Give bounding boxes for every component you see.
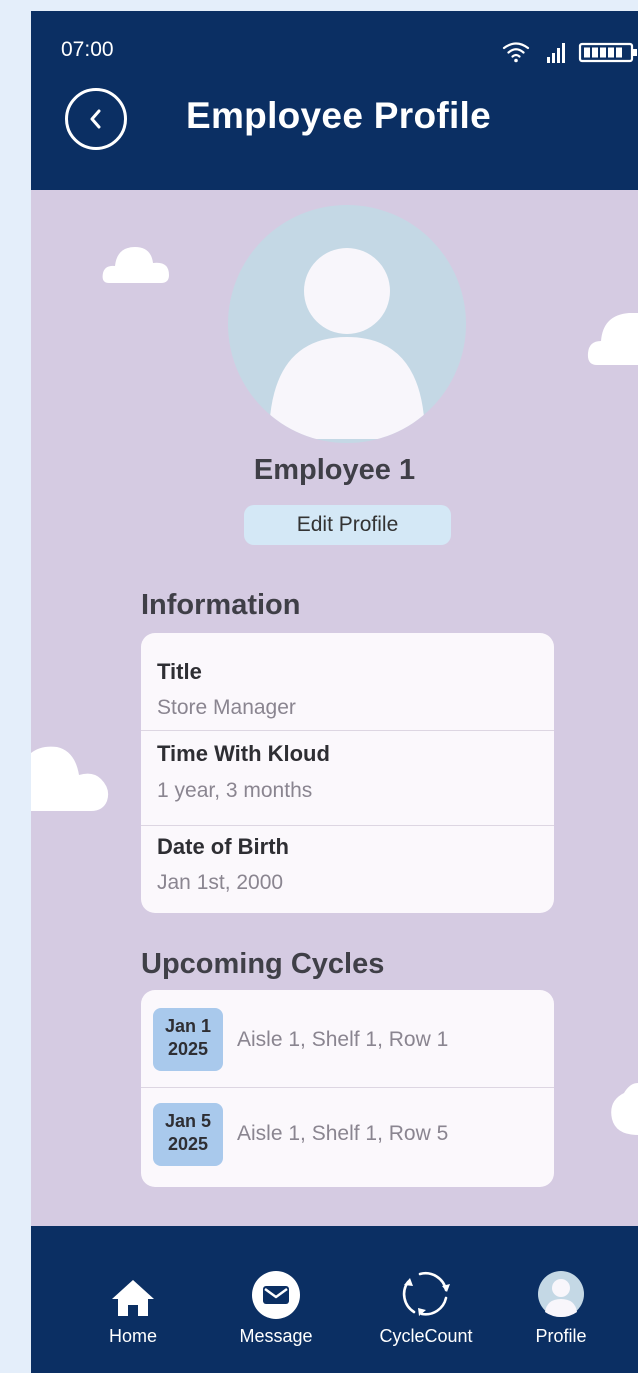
cycle-date-badge: Jan 1 2025 bbox=[153, 1008, 223, 1071]
employee-name: Employee 1 bbox=[253, 454, 416, 486]
nav-label: Profile bbox=[535, 1326, 587, 1346]
cloud-decoration bbox=[587, 313, 638, 365]
signal-icon bbox=[547, 43, 565, 63]
person-icon bbox=[269, 248, 425, 439]
information-card: Title Store Manager Time With Kloud 1 ye… bbox=[141, 633, 554, 913]
cycles-card: Jan 1 2025 Aisle 1, Shelf 1, Row 1 Jan 5… bbox=[141, 990, 554, 1187]
information-heading: Information bbox=[141, 589, 301, 621]
cycle-date-day: Jan 1 bbox=[164, 1016, 212, 1036]
info-row-birthdate: Date of Birth Jan 1st, 2000 bbox=[141, 826, 554, 913]
nav-item-cyclecount[interactable]: CycleCount bbox=[371, 1226, 481, 1373]
cycle-location: Aisle 1, Shelf 1, Row 1 bbox=[237, 1028, 449, 1051]
home-icon bbox=[112, 1280, 154, 1316]
info-value: Jan 1st, 2000 bbox=[157, 871, 284, 894]
cycle-date-badge: Jan 5 2025 bbox=[153, 1103, 223, 1166]
avatar bbox=[228, 205, 466, 443]
profile-icon bbox=[538, 1271, 584, 1317]
nav-item-profile[interactable]: Profile bbox=[521, 1226, 601, 1373]
cycle-icon bbox=[402, 1272, 450, 1316]
info-row-tenure: Time With Kloud 1 year, 3 months bbox=[141, 731, 554, 825]
bottom-nav: Home Message CycleCount Profile bbox=[31, 1226, 638, 1373]
nav-label: CycleCount bbox=[379, 1326, 473, 1346]
cycle-date-day: Jan 5 bbox=[164, 1111, 212, 1131]
back-button[interactable] bbox=[65, 88, 127, 150]
info-value: 1 year, 3 months bbox=[157, 779, 313, 802]
cycle-date-year: 2025 bbox=[167, 1134, 209, 1154]
info-value: Store Manager bbox=[157, 696, 296, 719]
edit-profile-button[interactable]: Edit Profile bbox=[244, 505, 451, 545]
cloud-decoration bbox=[31, 746, 109, 811]
nav-label: Message bbox=[239, 1326, 313, 1346]
header-bar: 07:00 Employee Profile bbox=[31, 11, 638, 190]
cycle-date-year: 2025 bbox=[167, 1039, 209, 1059]
info-label: Title bbox=[157, 659, 202, 684]
status-time: 07:00 bbox=[61, 38, 114, 61]
info-label: Time With Kloud bbox=[157, 741, 330, 766]
cycle-location: Aisle 1, Shelf 1, Row 5 bbox=[237, 1122, 449, 1145]
message-icon bbox=[252, 1271, 300, 1319]
info-label: Date of Birth bbox=[157, 834, 289, 859]
status-icons bbox=[502, 40, 638, 64]
wifi-icon bbox=[502, 42, 530, 63]
nav-item-message[interactable]: Message bbox=[226, 1226, 326, 1373]
info-row-title: Title Store Manager bbox=[141, 633, 554, 730]
battery-icon bbox=[578, 42, 637, 63]
cloud-decoration bbox=[611, 1083, 638, 1135]
cycle-list-item[interactable]: Jan 5 2025 Aisle 1, Shelf 1, Row 5 bbox=[141, 1088, 554, 1184]
cycles-heading: Upcoming Cycles bbox=[141, 948, 385, 980]
cloud-decoration bbox=[102, 247, 169, 283]
nav-item-home[interactable]: Home bbox=[93, 1226, 173, 1373]
page-title: Employee Profile bbox=[186, 95, 492, 136]
cycle-list-item[interactable]: Jan 1 2025 Aisle 1, Shelf 1, Row 1 bbox=[141, 990, 554, 1086]
nav-label: Home bbox=[108, 1326, 158, 1346]
chevron-left-icon bbox=[90, 109, 101, 129]
phone-screen: 07:00 Employee Profile Employee 1 Edit P… bbox=[31, 11, 638, 1373]
